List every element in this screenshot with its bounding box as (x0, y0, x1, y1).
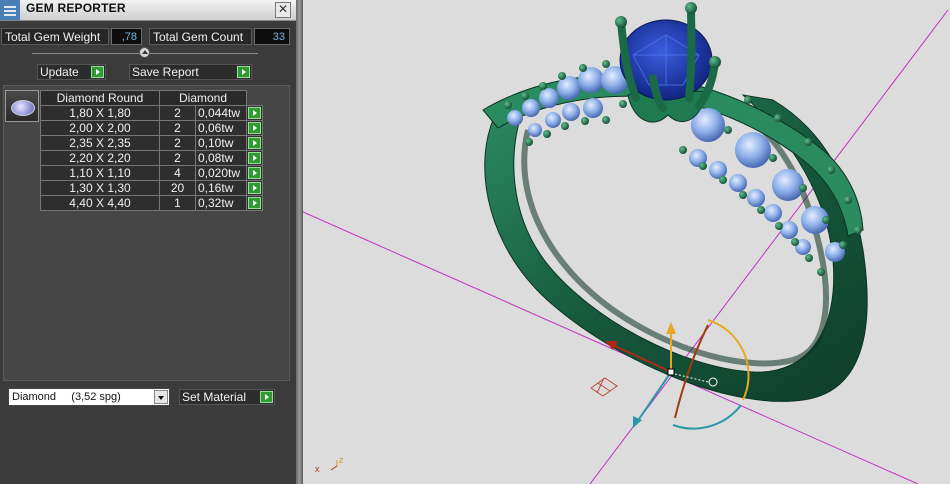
update-button-label: Update (40, 65, 79, 79)
save-report-button-label: Save Report (132, 65, 199, 79)
play-arrow-icon (248, 122, 261, 134)
3d-viewport[interactable]: z x (303, 0, 950, 484)
save-report-button[interactable]: Save Report (129, 64, 252, 80)
gem-table: Diamond Round Diamond 1,80 X 1,80 2 0,04… (40, 90, 263, 211)
table-row: 1,10 X 1,10 4 0,020tw (40, 165, 263, 181)
gem-size-cell: 1,10 X 1,10 (40, 165, 160, 181)
play-arrow-icon (248, 197, 261, 209)
total-gem-count-value: 33 (254, 28, 290, 45)
gem-weight-cell: 0,020tw (195, 165, 247, 181)
gem-size-cell: 1,30 X 1,30 (40, 180, 160, 196)
gem-size-cell: 4,40 X 4,40 (40, 195, 160, 211)
set-material-button[interactable]: Set Material (179, 389, 275, 405)
axis-indicator: z x (315, 455, 344, 474)
play-arrow-icon (260, 391, 273, 403)
viewport-canvas[interactable]: z x (303, 0, 950, 484)
axis-z-label: z (339, 455, 344, 465)
row-select-button[interactable] (246, 195, 263, 211)
gem-count-cell: 2 (159, 120, 196, 136)
gem-thumbnail[interactable] (5, 90, 39, 122)
total-gem-count-label: Total Gem Count (149, 28, 252, 45)
row-select-button[interactable] (246, 150, 263, 166)
prong-tip (615, 16, 627, 28)
total-gem-weight-label: Total Gem Weight (1, 28, 109, 45)
column-header-material: Diamond (159, 90, 247, 106)
gem-size-cell: 1,80 X 1,80 (40, 105, 160, 121)
panel-slider-handle[interactable] (139, 47, 150, 58)
play-arrow-icon (248, 182, 261, 194)
gem-count-cell: 2 (159, 135, 196, 151)
table-row: 4,40 X 4,40 1 0,32tw (40, 195, 263, 211)
update-button[interactable]: Update (37, 64, 106, 80)
gem-weight-cell: 0,32tw (195, 195, 247, 211)
gem-weight-cell: 0,10tw (195, 135, 247, 151)
table-row: 1,30 X 1,30 20 0,16tw (40, 180, 263, 196)
chevron-down-icon[interactable] (154, 390, 168, 404)
table-row: 2,00 X 2,00 2 0,06tw (40, 120, 263, 136)
play-arrow-icon (248, 152, 261, 164)
play-arrow-icon (248, 167, 261, 179)
gem-count-cell: 2 (159, 150, 196, 166)
gem-reporter-icon (0, 0, 20, 20)
ring-inner-surface (521, 127, 829, 367)
table-row: 2,20 X 2,20 2 0,08tw (40, 150, 263, 166)
gem-weight-cell: 0,06tw (195, 120, 247, 136)
gem-reporter-panel: GEM REPORTER ✕ Total Gem Weight ,78 Tota… (0, 0, 296, 484)
gem-weight-cell: 0,08tw (195, 150, 247, 166)
grid-plane-marker (590, 377, 618, 397)
play-arrow-icon (237, 66, 250, 78)
play-arrow-icon (91, 66, 104, 78)
row-select-button[interactable] (246, 135, 263, 151)
prong-tip (709, 56, 721, 68)
prong-tip (685, 2, 697, 14)
gem-weight-cell: 0,16tw (195, 180, 247, 196)
material-dropdown[interactable]: Diamond (3,52 spg) (8, 388, 170, 406)
gem-size-cell: 2,00 X 2,00 (40, 120, 160, 136)
material-dropdown-value: Diamond (3,52 spg) (12, 391, 121, 403)
column-header-shape: Diamond Round (40, 90, 160, 106)
row-select-button[interactable] (246, 120, 263, 136)
close-button[interactable]: ✕ (275, 2, 291, 18)
table-row: 2,35 X 2,35 2 0,10tw (40, 135, 263, 151)
gem-count-cell: 20 (159, 180, 196, 196)
row-select-button[interactable] (246, 105, 263, 121)
round-gem-icon (11, 100, 35, 116)
gem-size-cell: 2,20 X 2,20 (40, 150, 160, 166)
play-arrow-icon (248, 107, 261, 119)
panel-titlebar: GEM REPORTER ✕ (0, 0, 296, 21)
total-gem-weight-value: ,78 (111, 28, 142, 45)
table-row: 1,80 X 1,80 2 0,044tw (40, 105, 263, 121)
play-arrow-icon (248, 137, 261, 149)
panel-title: GEM REPORTER (26, 1, 126, 15)
gem-weight-cell: 0,044tw (195, 105, 247, 121)
gem-count-cell: 1 (159, 195, 196, 211)
set-material-button-label: Set Material (182, 390, 247, 404)
panel-splitter[interactable] (296, 0, 303, 484)
row-select-button[interactable] (246, 165, 263, 181)
gem-size-cell: 2,35 X 2,35 (40, 135, 160, 151)
gem-count-cell: 2 (159, 105, 196, 121)
axis-x-label: x (315, 464, 320, 474)
row-select-button[interactable] (246, 180, 263, 196)
gem-count-cell: 4 (159, 165, 196, 181)
